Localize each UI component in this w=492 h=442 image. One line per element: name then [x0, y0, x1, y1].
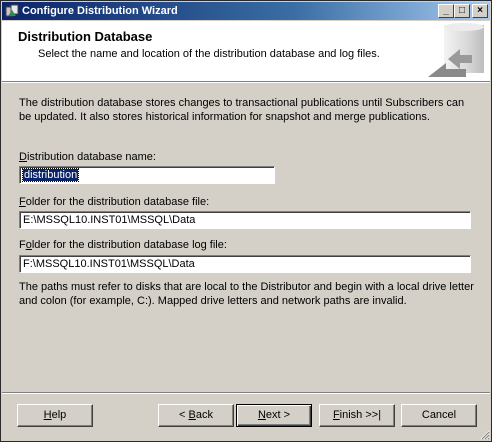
- window-title: Configure Distribution Wizard: [22, 5, 178, 17]
- intro-text: The distribution database stores changes…: [19, 97, 465, 123]
- data-folder-label: Folder for the distribution database fil…: [19, 196, 210, 208]
- db-name-value: distribution: [21, 168, 80, 182]
- cancel-button[interactable]: Cancel: [401, 404, 477, 427]
- wizard-header: Distribution Database Select the name an…: [2, 21, 490, 82]
- next-button[interactable]: Next >: [236, 404, 312, 427]
- log-folder-input[interactable]: F:\MSSQL10.INST01\MSSQL\Data: [19, 255, 471, 273]
- close-button[interactable]: ×: [472, 4, 488, 18]
- minimize-button[interactable]: _: [438, 4, 454, 18]
- resize-grip-icon[interactable]: [478, 428, 490, 440]
- finish-button[interactable]: Finish >>|: [319, 404, 395, 427]
- data-folder-input[interactable]: E:\MSSQL10.INST01\MSSQL\Data: [19, 211, 471, 229]
- page-subtitle: Select the name and location of the dist…: [38, 48, 380, 60]
- server-cylinder-icon: [428, 23, 484, 77]
- help-button[interactable]: Help: [17, 404, 93, 427]
- back-button[interactable]: < Back: [158, 404, 234, 427]
- wizard-app-icon: [5, 4, 19, 17]
- db-name-input[interactable]: distribution: [19, 166, 275, 184]
- page-title: Distribution Database: [18, 29, 153, 44]
- path-note: The paths must refer to disks that are l…: [19, 281, 474, 307]
- db-name-label: Distribution database name:: [19, 151, 156, 163]
- header-divider: [2, 82, 490, 83]
- maximize-button[interactable]: □: [454, 4, 470, 18]
- title-bar[interactable]: Configure Distribution Wizard _ □ ×: [2, 2, 490, 20]
- wizard-window: Configure Distribution Wizard _ □ × Dist…: [0, 0, 492, 442]
- log-folder-label: Folder for the distribution database log…: [19, 239, 227, 251]
- button-divider: [2, 392, 490, 394]
